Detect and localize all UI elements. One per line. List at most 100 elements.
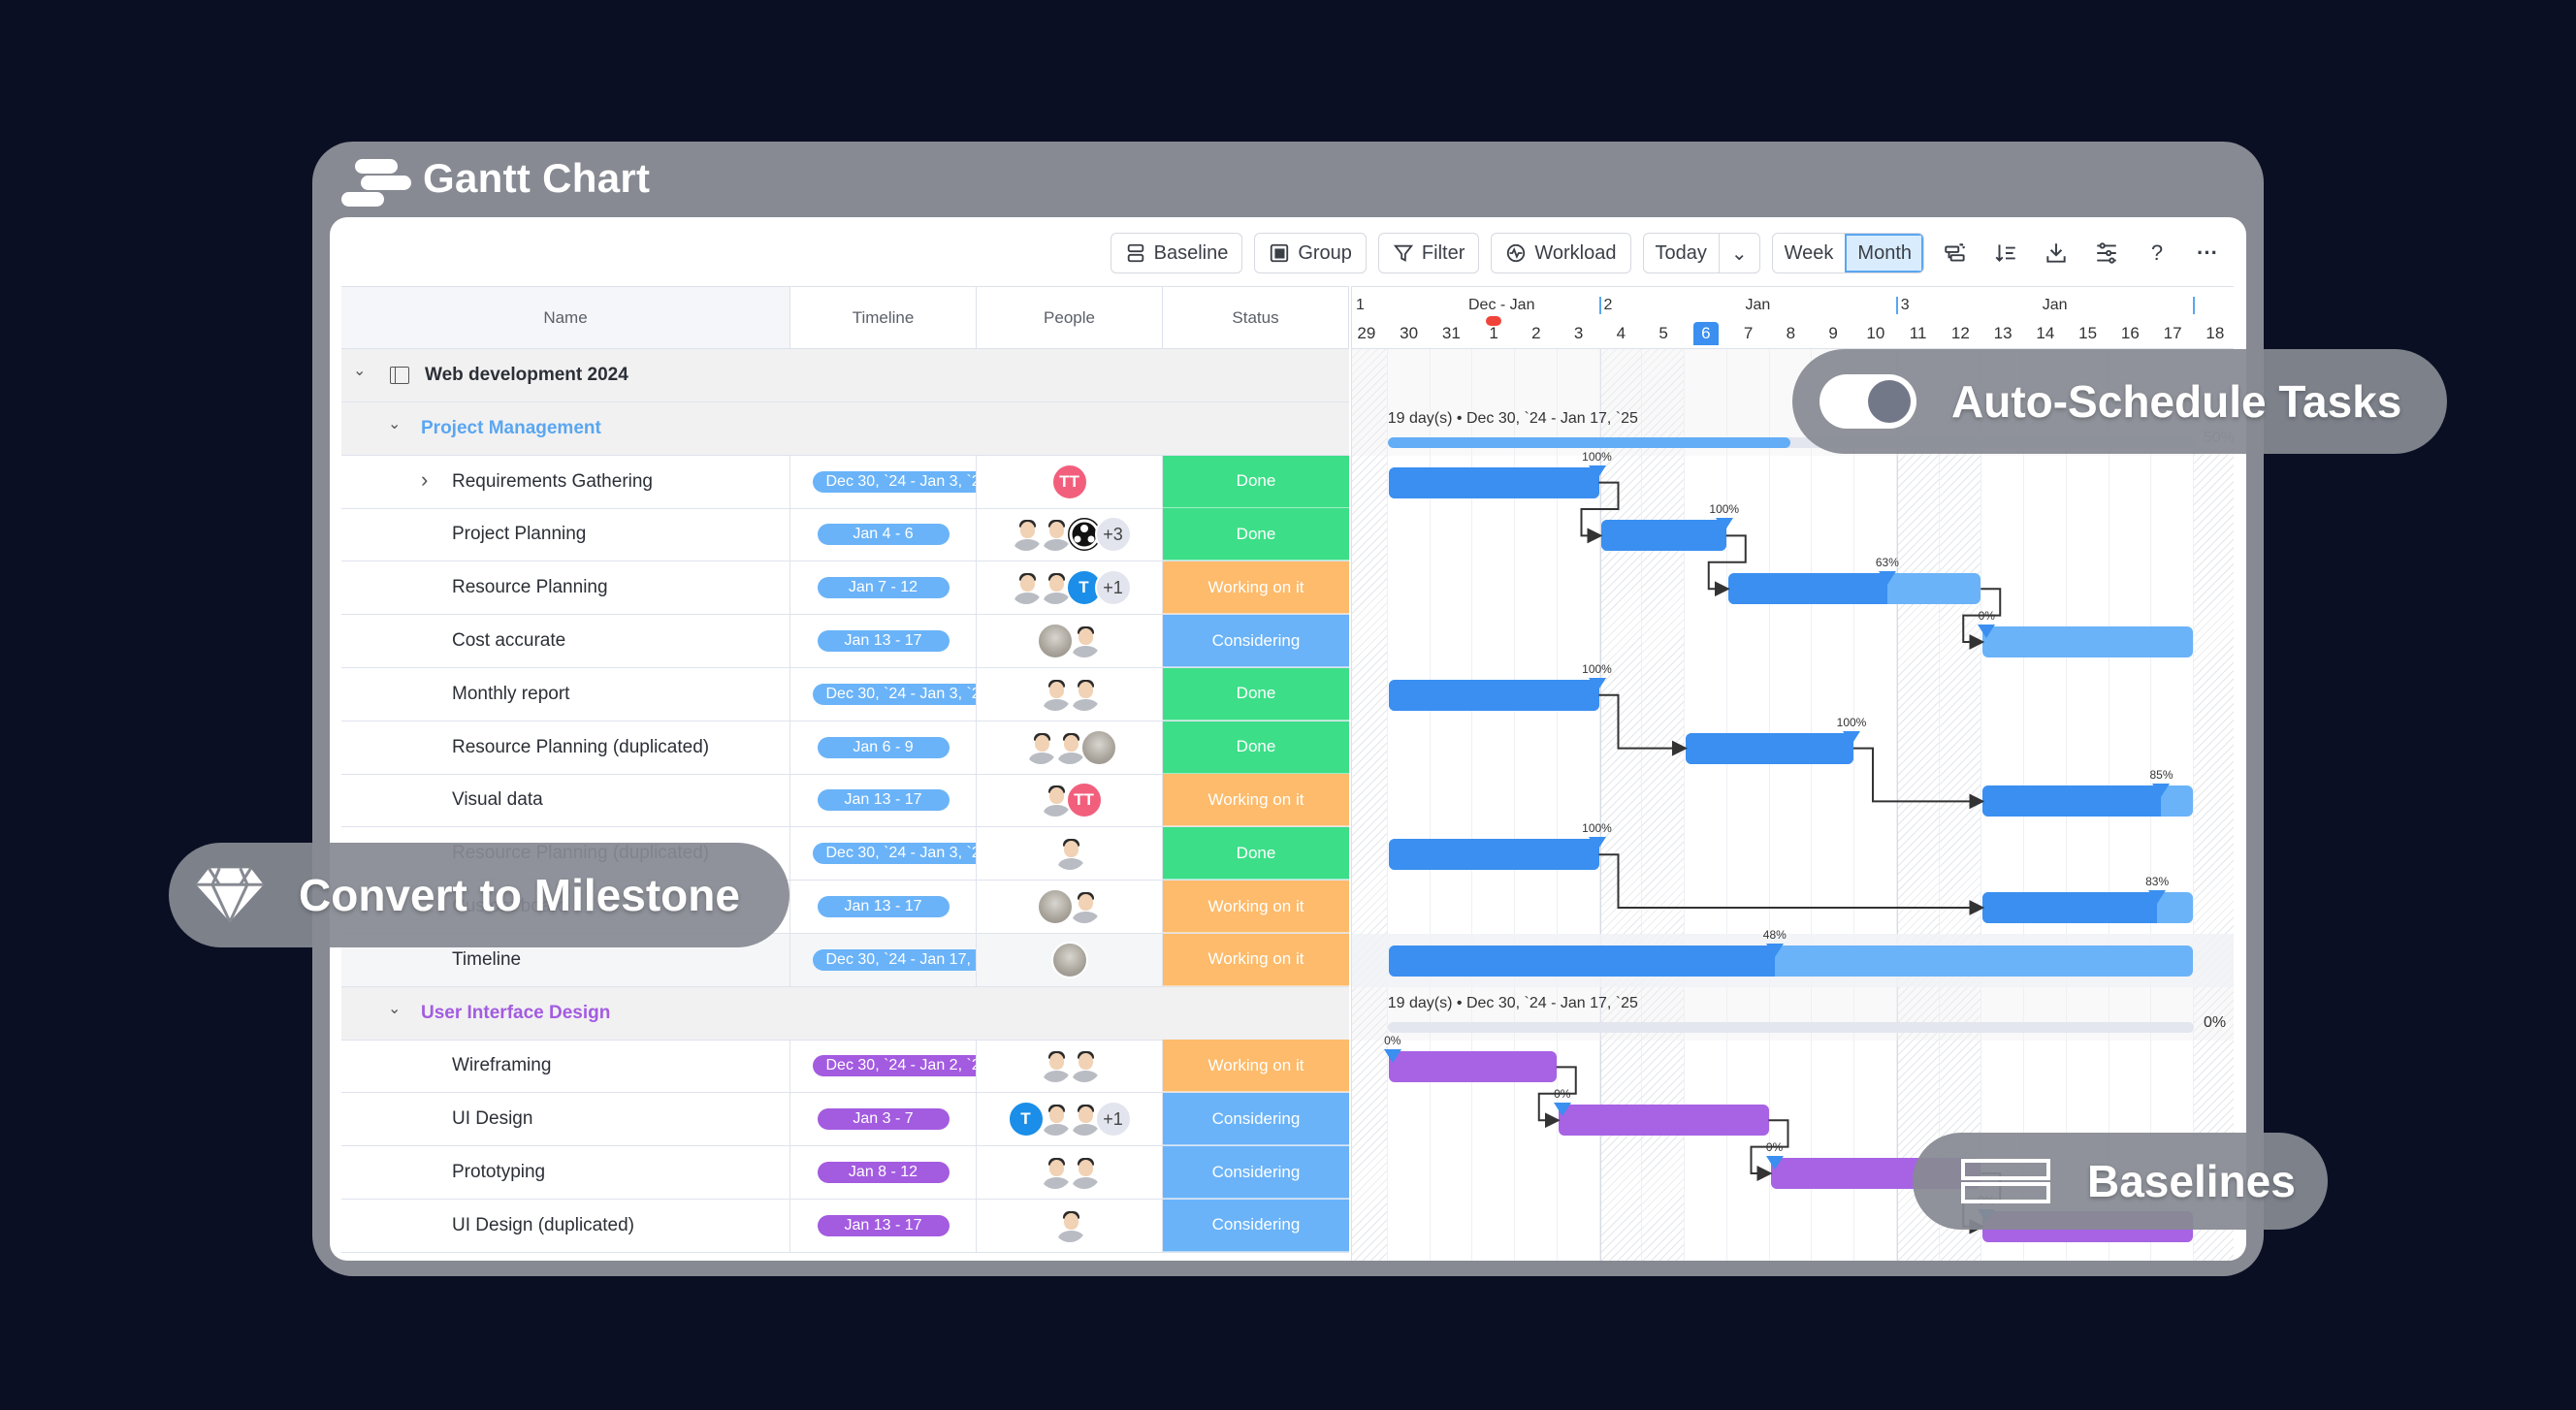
status-cell[interactable]: Done xyxy=(1163,827,1349,881)
auto-schedule-callout[interactable]: Auto-Schedule Tasks xyxy=(1792,349,2447,454)
convert-milestone-callout[interactable]: Convert to Milestone xyxy=(169,843,789,947)
timeline-cell[interactable]: Jan 7 - 12 xyxy=(790,561,977,615)
status-cell[interactable]: Done xyxy=(1163,667,1349,721)
view-week[interactable]: Week xyxy=(1773,234,1846,272)
column-header-name[interactable]: Name xyxy=(341,287,790,348)
dependency-link[interactable] xyxy=(1853,747,1985,810)
dependency-link[interactable] xyxy=(1962,588,2002,650)
column-header-timeline[interactable]: Timeline xyxy=(790,287,977,348)
status-cell[interactable]: Working on it xyxy=(1163,933,1349,986)
group-row[interactable]: ⌄ User Interface Design xyxy=(341,986,1349,1041)
task-name-cell[interactable]: Visual data xyxy=(341,774,790,827)
baseline-button[interactable]: Baseline xyxy=(1110,233,1243,273)
chevron-down-icon[interactable]: ⌄ xyxy=(388,999,401,1018)
chevron-down-icon[interactable]: ⌄ xyxy=(388,414,401,433)
group-row[interactable]: ⌄ Project Management xyxy=(341,401,1349,456)
view-month[interactable]: Month xyxy=(1845,234,1923,272)
status-cell[interactable]: Done xyxy=(1163,508,1349,561)
dependency-link[interactable] xyxy=(1707,534,1747,597)
people-cell[interactable] xyxy=(977,1146,1163,1199)
task-row[interactable]: Visual data Jan 13 - 17 TT Working on it xyxy=(341,774,1349,828)
timeline-cell[interactable]: Dec 30, `24 - Jan 2, `25 xyxy=(790,1040,977,1093)
people-cell[interactable] xyxy=(977,667,1163,721)
people-cell[interactable] xyxy=(977,1040,1163,1093)
people-cell[interactable] xyxy=(977,881,1163,933)
status-cell[interactable]: Done xyxy=(1163,721,1349,774)
today-dropdown[interactable]: ⌄ xyxy=(1718,234,1759,272)
status-cell[interactable]: Done xyxy=(1163,455,1349,508)
task-name-cell[interactable]: UI Design (duplicated) xyxy=(341,1199,790,1252)
column-header-status[interactable]: Status xyxy=(1163,287,1349,348)
task-row[interactable]: UI Design (duplicated) Jan 13 - 17 Conside… xyxy=(341,1199,1349,1253)
help-icon[interactable]: ? xyxy=(2138,233,2176,273)
dependency-link[interactable] xyxy=(1598,853,1985,915)
avatar-overflow-count[interactable]: +3 xyxy=(1094,516,1132,554)
task-name-cell[interactable]: Resource Planning (duplicated) xyxy=(341,721,790,774)
timeline-cell[interactable]: Dec 30, `24 - Jan 17, `25 xyxy=(790,933,977,986)
people-cell[interactable] xyxy=(977,1199,1163,1252)
baselines-callout[interactable]: Baselines xyxy=(1913,1133,2328,1230)
task-name-cell[interactable]: Project Planning xyxy=(341,508,790,561)
column-header-people[interactable]: People xyxy=(977,287,1163,348)
people-cell[interactable]: TT xyxy=(977,774,1163,827)
task-name-cell[interactable]: Wireframing xyxy=(341,1040,790,1093)
status-cell[interactable]: Considering xyxy=(1163,1146,1349,1199)
task-name-cell[interactable]: Prototyping xyxy=(341,1146,790,1199)
timeline-cell[interactable]: Jan 4 - 6 xyxy=(790,508,977,561)
dependency-link[interactable] xyxy=(1537,1066,1577,1129)
timeline-cell[interactable]: Jan 13 - 17 xyxy=(790,1199,977,1252)
timeline-cell[interactable]: Jan 13 - 17 xyxy=(790,774,977,827)
status-cell[interactable]: Considering xyxy=(1163,1199,1349,1252)
status-cell[interactable]: Considering xyxy=(1163,1093,1349,1146)
critical-path-icon[interactable] xyxy=(1936,233,1975,273)
timeline-cell[interactable]: Jan 8 - 12 xyxy=(790,1146,977,1199)
dependency-link[interactable] xyxy=(1580,481,1620,544)
status-cell[interactable]: Working on it xyxy=(1163,774,1349,827)
avatar-overflow-count[interactable]: +1 xyxy=(1094,569,1132,607)
people-cell[interactable] xyxy=(977,827,1163,881)
status-cell[interactable]: Working on it xyxy=(1163,1040,1349,1093)
task-name-cell[interactable]: UI Design xyxy=(341,1093,790,1146)
settings-sliders-icon[interactable] xyxy=(2087,233,2126,273)
project-row[interactable]: ⌄ Web development 2024 xyxy=(341,349,1349,402)
timeline-cell[interactable]: Jan 13 - 17 xyxy=(790,881,977,933)
task-name-cell[interactable]: Cost accurate xyxy=(341,615,790,667)
people-cell[interactable]: T +1 xyxy=(977,1093,1163,1146)
task-name-cell[interactable]: Monthly report xyxy=(341,667,790,721)
dependency-link[interactable] xyxy=(1598,693,1688,756)
more-icon[interactable]: ··· xyxy=(2188,233,2227,273)
today-button[interactable]: Today xyxy=(1644,234,1719,272)
dependency-link[interactable] xyxy=(1750,1119,1789,1181)
task-row[interactable]: › Requirements Gathering Dec 30, `24 - Jan… xyxy=(341,455,1349,509)
task-row[interactable]: Prototyping Jan 8 - 12 Considering xyxy=(341,1146,1349,1200)
task-name-cell[interactable]: Resource Planning xyxy=(341,561,790,615)
status-cell[interactable]: Working on it xyxy=(1163,561,1349,615)
status-cell[interactable]: Working on it xyxy=(1163,881,1349,933)
timeline-cell[interactable]: Dec 30, `24 - Jan 3, `25 xyxy=(790,667,977,721)
task-row[interactable]: Cost accurate Jan 13 - 17 Considering xyxy=(341,615,1349,668)
chevron-right-icon[interactable]: › xyxy=(421,467,428,493)
avatar-overflow-count[interactable]: +1 xyxy=(1094,1101,1132,1138)
status-cell[interactable]: Considering xyxy=(1163,615,1349,667)
timeline-cell[interactable]: Dec 30, `24 - Jan 3, `25 xyxy=(790,827,977,881)
group-button[interactable]: Group xyxy=(1254,233,1367,273)
task-row[interactable]: Resource Planning Jan 7 - 12 T +1 Working on… xyxy=(341,561,1349,616)
task-row[interactable]: Wireframing Dec 30, `24 - Jan 2, `25 Worki… xyxy=(341,1040,1349,1094)
task-row[interactable]: Project Planning Jan 4 - 6 +3 Done xyxy=(341,508,1349,562)
task-row[interactable]: Resource Planning (duplicated) Jan 6 - 9 D… xyxy=(341,721,1349,775)
timeline-cell[interactable]: Jan 6 - 9 xyxy=(790,721,977,774)
task-row[interactable]: UI Design Jan 3 - 7 T +1 Considering xyxy=(341,1093,1349,1147)
workload-button[interactable]: Workload xyxy=(1491,233,1631,273)
auto-schedule-toggle[interactable] xyxy=(1819,374,1916,429)
sort-icon[interactable] xyxy=(1986,233,2025,273)
task-row[interactable]: Monthly report Dec 30, `24 - Jan 3, `25 Do… xyxy=(341,667,1349,721)
timeline-cell[interactable]: Dec 30, `24 - Jan 3, `25 xyxy=(790,455,977,508)
task-name-cell[interactable]: › Requirements Gathering xyxy=(341,455,790,508)
filter-button[interactable]: Filter xyxy=(1377,233,1480,273)
people-cell[interactable]: +3 xyxy=(977,508,1163,561)
download-icon[interactable] xyxy=(2037,233,2076,273)
timeline-cell[interactable]: Jan 13 - 17 xyxy=(790,615,977,667)
people-cell[interactable]: T +1 xyxy=(977,561,1163,615)
chevron-down-icon[interactable]: ⌄ xyxy=(353,361,366,380)
people-cell[interactable] xyxy=(977,933,1163,986)
